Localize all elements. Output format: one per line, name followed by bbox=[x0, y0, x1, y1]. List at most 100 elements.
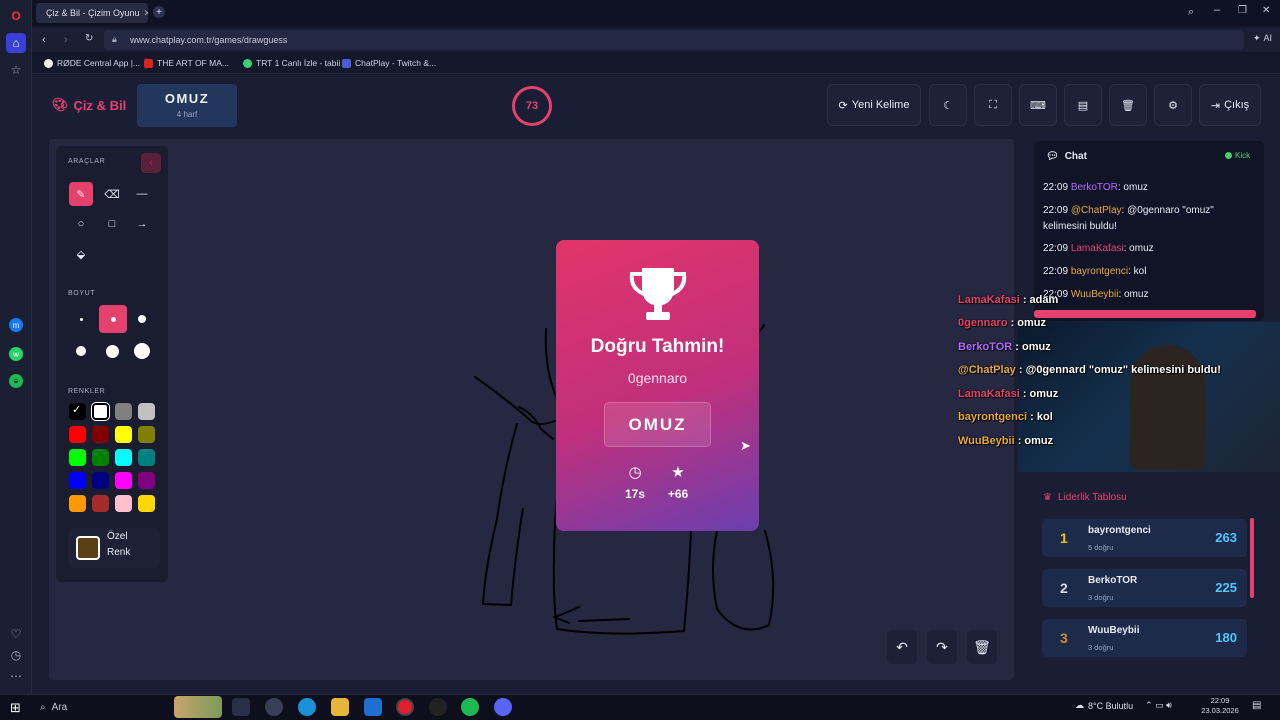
player-score: 180 bbox=[1215, 630, 1237, 645]
bookmark-item[interactable]: TRT 1 Canlı İzle - tabii bbox=[243, 58, 340, 68]
color-swatch[interactable] bbox=[115, 472, 132, 489]
spotify-icon[interactable]: ≡ bbox=[9, 374, 23, 388]
windows-start-icon[interactable]: ⊞ bbox=[10, 700, 21, 716]
brush-tool-button[interactable]: ✎ bbox=[69, 182, 93, 206]
opera-icon[interactable] bbox=[396, 698, 414, 716]
obs-icon[interactable] bbox=[429, 698, 447, 716]
drawing-canvas[interactable] bbox=[49, 139, 1014, 680]
message-user[interactable]: bayrontgenci bbox=[1071, 266, 1128, 277]
tab-search-icon[interactable]: ⌕ bbox=[1188, 6, 1194, 19]
message-user[interactable]: LamaKafasi bbox=[1071, 243, 1124, 254]
collapse-tools-button[interactable]: ‹ bbox=[141, 153, 161, 173]
exit-button[interactable]: ⇥ Çıkış bbox=[1199, 84, 1261, 126]
size-4-button[interactable] bbox=[69, 339, 93, 363]
opera-logo-icon[interactable]: O bbox=[6, 6, 26, 26]
whatsapp-icon[interactable]: w bbox=[9, 347, 23, 361]
more-icon[interactable]: ⋯ bbox=[6, 666, 26, 686]
line-tool-button[interactable]: — bbox=[130, 182, 154, 206]
reload-icon[interactable]: ↻ bbox=[85, 33, 93, 44]
size-dot-icon bbox=[76, 346, 86, 356]
message-user[interactable]: BerkoTOR bbox=[1071, 182, 1118, 193]
color-swatch[interactable] bbox=[69, 426, 86, 443]
home-icon[interactable]: ⌂ bbox=[6, 33, 26, 53]
size-2-button[interactable] bbox=[99, 305, 127, 333]
keyboard-button[interactable]: ⌨ bbox=[1019, 84, 1057, 126]
message-user[interactable]: WuuBeybii bbox=[1071, 289, 1119, 300]
rectangle-tool-button[interactable]: □ bbox=[100, 212, 124, 236]
bookmark-item[interactable]: ChatPlay - Twitch &... bbox=[342, 58, 436, 68]
fullscreen-button[interactable]: ⛶ bbox=[974, 84, 1012, 126]
message-user[interactable]: @ChatPlay bbox=[1071, 205, 1122, 216]
color-swatch[interactable] bbox=[138, 472, 155, 489]
size-1-button[interactable] bbox=[69, 307, 93, 331]
star-icon[interactable]: ☆ bbox=[6, 60, 26, 80]
circle-tool-button[interactable]: ○ bbox=[69, 212, 93, 236]
color-swatch[interactable] bbox=[92, 472, 109, 489]
eraser-tool-button[interactable]: ⌫ bbox=[100, 182, 124, 206]
history-icon[interactable]: ◷ bbox=[6, 645, 26, 665]
leaderboard-scrollbar[interactable] bbox=[1250, 518, 1254, 598]
player-correct-count: 5 doğru bbox=[1088, 543, 1114, 552]
dark-mode-button[interactable]: ☾ bbox=[929, 84, 967, 126]
spotify-taskbar-icon[interactable] bbox=[461, 698, 479, 716]
color-swatch[interactable] bbox=[138, 495, 155, 512]
close-window-icon[interactable]: ✕ bbox=[1262, 5, 1270, 16]
file-explorer-icon[interactable] bbox=[331, 698, 349, 716]
color-swatch[interactable] bbox=[115, 449, 132, 466]
back-icon[interactable]: ‹ bbox=[42, 34, 46, 46]
url-field[interactable]: 🔒︎ www.chatplay.com.tr/games/drawguess bbox=[104, 30, 1244, 50]
player-score: 263 bbox=[1215, 530, 1237, 545]
ai-button[interactable]: ✦ AI bbox=[1253, 33, 1272, 44]
bookmark-item[interactable]: THE ART OF MA... bbox=[144, 58, 229, 68]
trash-icon: 🗑︎ bbox=[1121, 99, 1135, 112]
notifications-icon[interactable]: ▤ bbox=[1252, 700, 1261, 711]
messenger-icon[interactable]: m bbox=[9, 318, 23, 332]
edge-icon[interactable] bbox=[298, 698, 316, 716]
browser-tab[interactable]: Çiz & Bil - Çizim Oyunu ✕ bbox=[36, 3, 148, 23]
bookmark-item[interactable]: RØDE Central App |... bbox=[44, 58, 140, 68]
color-swatch[interactable] bbox=[69, 449, 86, 466]
settings-button[interactable]: ⚙ bbox=[1154, 84, 1192, 126]
arrow-tool-button[interactable]: → bbox=[130, 212, 154, 236]
minimize-icon[interactable]: – bbox=[1214, 4, 1220, 16]
color-swatch[interactable] bbox=[92, 495, 109, 512]
size-3-button[interactable] bbox=[130, 307, 154, 331]
clear-canvas-button[interactable]: 🗑︎ bbox=[967, 630, 997, 664]
restore-icon[interactable]: ❐ bbox=[1238, 5, 1247, 16]
undo-button[interactable]: ↶ bbox=[887, 630, 917, 664]
archive-button[interactable]: ▤ bbox=[1064, 84, 1102, 126]
tray-icons[interactable]: ⌃ ▭ 🔊︎ bbox=[1145, 700, 1172, 711]
color-swatch[interactable] bbox=[69, 495, 86, 512]
widgets-icon[interactable] bbox=[265, 698, 283, 716]
bookmark-label: TRT 1 Canlı İzle - tabii bbox=[256, 58, 341, 68]
redo-button[interactable]: ↷ bbox=[927, 630, 957, 664]
color-swatch[interactable] bbox=[138, 426, 155, 443]
color-swatch[interactable] bbox=[92, 403, 109, 420]
fill-tool-button[interactable]: ⬙ bbox=[69, 242, 93, 266]
color-swatch[interactable] bbox=[115, 403, 132, 420]
tab-close-icon[interactable]: ✕ bbox=[144, 8, 148, 19]
taskbar-clock[interactable]: 22:09 23.03.2026 bbox=[1200, 696, 1240, 716]
overlay-text: : @0gennard "omuz" kelimesini buldu! bbox=[1015, 364, 1221, 376]
forward-icon[interactable]: › bbox=[64, 34, 68, 46]
trash-button[interactable]: 🗑︎ bbox=[1109, 84, 1147, 126]
new-tab-icon[interactable]: + bbox=[153, 6, 165, 18]
size-6-button[interactable] bbox=[130, 339, 154, 363]
color-swatch[interactable] bbox=[92, 449, 109, 466]
chat-scrollbar[interactable] bbox=[1034, 310, 1256, 318]
ai-icon: ✦ bbox=[1253, 33, 1261, 43]
color-swatch[interactable] bbox=[69, 472, 86, 489]
color-swatch[interactable] bbox=[115, 495, 132, 512]
new-word-button[interactable]: ⟳ Yeni Kelime bbox=[827, 84, 921, 126]
discord-icon[interactable] bbox=[494, 698, 512, 716]
task-view-icon[interactable] bbox=[232, 698, 250, 716]
custom-color-button[interactable]: Özel Renk bbox=[68, 528, 160, 568]
heart-icon[interactable]: ♡ bbox=[6, 624, 26, 644]
outlook-icon[interactable] bbox=[364, 698, 382, 716]
size-5-button[interactable] bbox=[100, 339, 124, 363]
color-swatch[interactable] bbox=[92, 426, 109, 443]
color-swatch[interactable] bbox=[138, 403, 155, 420]
color-swatch[interactable] bbox=[138, 449, 155, 466]
color-swatch[interactable] bbox=[115, 426, 132, 443]
app-logo[interactable]: 🎨︎ Çiz & Bil bbox=[52, 97, 126, 113]
